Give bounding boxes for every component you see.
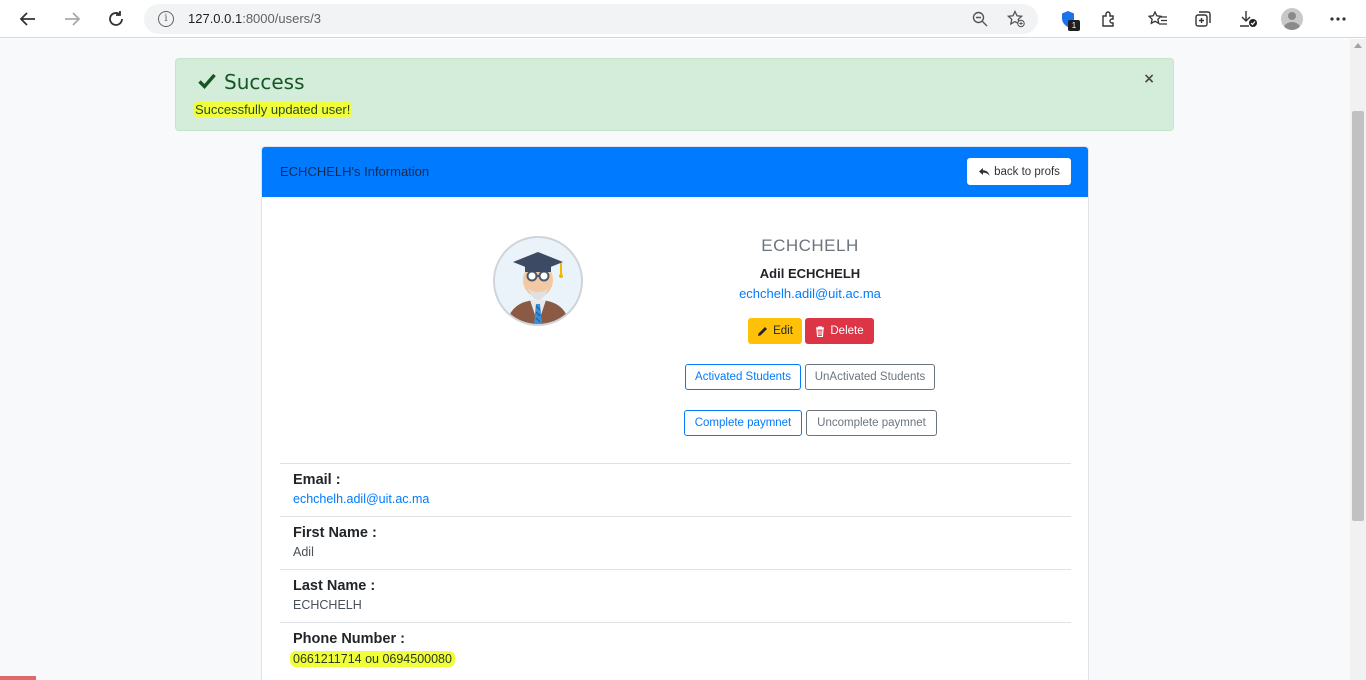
alert-close-button[interactable]: × [1143, 71, 1155, 87]
edit-button[interactable]: Edit [748, 318, 802, 344]
address-bar[interactable]: i 127.0.0.1:8000/users/3 [144, 4, 1038, 34]
back-arrow-icon[interactable] [14, 5, 42, 33]
activated-students-button[interactable]: Activated Students [685, 364, 801, 390]
card-title: ECHCHELH's Information [280, 164, 430, 179]
trash-icon [816, 325, 825, 337]
uncomplete-payment-button[interactable]: Uncomplete paymnet [806, 410, 937, 436]
page-scrollbar[interactable] [1350, 39, 1366, 680]
profile-avatar [493, 236, 583, 326]
profile-full-name: Adil ECHCHELH [759, 266, 861, 281]
delete-button-label: Delete [830, 325, 864, 337]
back-button-label: back to profs [994, 165, 1060, 178]
last-name-value: ECHCHELH [293, 598, 362, 612]
first-name-label: First Name : [293, 525, 377, 541]
zoom-icon[interactable] [970, 9, 990, 29]
profile-username: ECHCHELH [761, 236, 859, 255]
back-to-profs-button[interactable]: back to profs [967, 158, 1071, 185]
email-label: Email : [293, 472, 341, 488]
phone-label: Phone Number : [293, 631, 405, 647]
first-name-value: Adil [293, 545, 314, 559]
scroll-up-arrow-icon[interactable] [1354, 43, 1362, 48]
extensions-puzzle-icon[interactable] [1097, 7, 1121, 31]
browser-toolbar: i 127.0.0.1:8000/users/3 1 [0, 0, 1366, 38]
alert-heading: Success [198, 70, 305, 94]
url-text[interactable]: 127.0.0.1:8000/users/3 [188, 11, 321, 26]
list-item-phone: Phone Number : 0661211714 ou 0694500080 [280, 622, 1071, 675]
phone-value: 0661211714 ou 0694500080 [290, 651, 455, 667]
complete-payment-button[interactable]: Complete paymnet [684, 410, 802, 436]
pencil-icon [758, 326, 768, 336]
user-info-card: ECHCHELH's Information back to profs ECH… [261, 146, 1089, 680]
reply-icon [979, 167, 990, 176]
extension-badge: 1 [1068, 20, 1080, 31]
corner-indicator [0, 676, 36, 680]
delete-button[interactable]: Delete [805, 318, 874, 344]
reload-icon[interactable] [102, 5, 130, 33]
edit-button-label: Edit [773, 325, 793, 337]
profile-avatar-icon[interactable] [1280, 7, 1304, 31]
success-alert: Success Successfully updated user! × [175, 58, 1174, 131]
alert-message: Successfully updated user! [193, 101, 353, 118]
collections-icon[interactable] [1191, 7, 1215, 31]
more-menu-icon[interactable] [1326, 7, 1350, 31]
forward-arrow-icon[interactable] [58, 5, 86, 33]
page-content: Success Successfully updated user! × ECH… [0, 39, 1350, 680]
profile-email-link[interactable]: echchelh.adil@uit.ac.ma [660, 286, 960, 301]
scrollbar-thumb[interactable] [1352, 111, 1364, 521]
list-item-first-name: First Name : Adil [280, 516, 1071, 569]
last-name-label: Last Name : [293, 578, 376, 594]
alert-title: Success [224, 70, 305, 94]
email-value-link[interactable]: echchelh.adil@uit.ac.ma [293, 492, 1058, 506]
card-header: ECHCHELH's Information back to profs [262, 147, 1088, 197]
unactivated-students-button[interactable]: UnActivated Students [805, 364, 935, 390]
add-favorite-icon[interactable] [1006, 9, 1026, 29]
site-info-icon[interactable]: i [158, 11, 174, 27]
favorites-icon[interactable] [1146, 7, 1170, 31]
user-details-list: Email : echchelh.adil@uit.ac.ma First Na… [280, 463, 1071, 675]
list-item-last-name: Last Name : ECHCHELH [280, 569, 1071, 622]
downloads-icon[interactable] [1236, 7, 1260, 31]
extension-shield-icon[interactable]: 1 [1056, 7, 1080, 31]
check-icon [198, 70, 216, 94]
list-item-email: Email : echchelh.adil@uit.ac.ma [280, 463, 1071, 516]
